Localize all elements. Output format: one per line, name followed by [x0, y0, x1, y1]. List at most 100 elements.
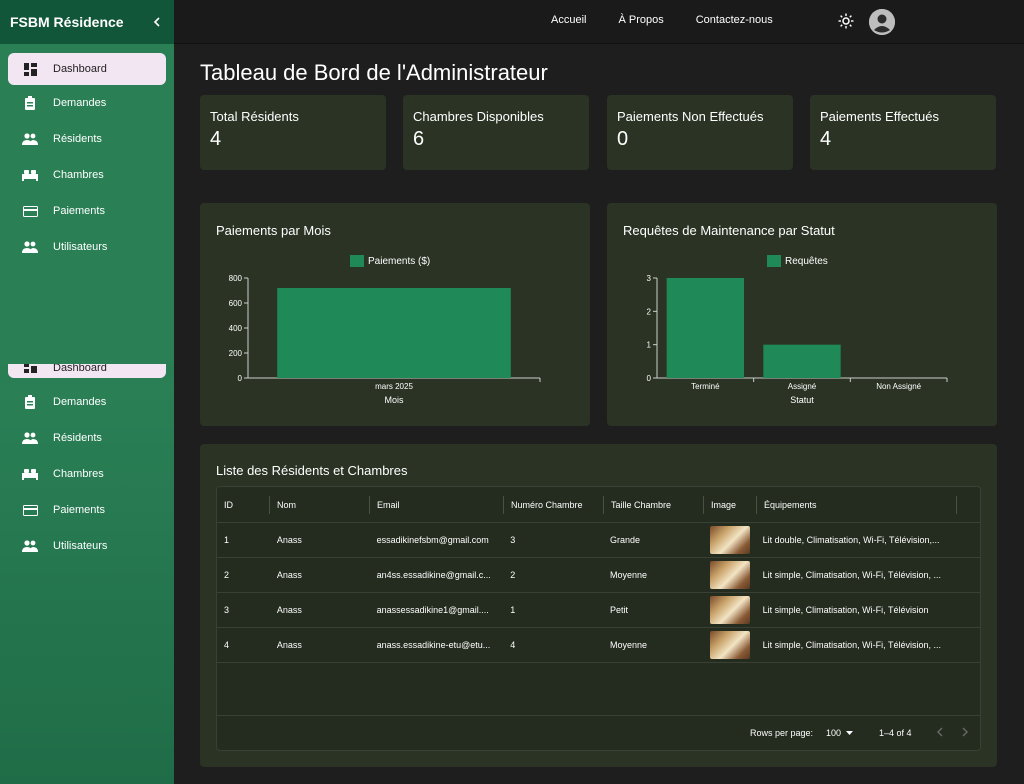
- topbar: Accueil À Propos Contactez-nous: [174, 0, 1024, 44]
- stat-value: 4: [820, 128, 832, 150]
- stat-card-paiements-non-effectues: Paiements Non Effectués 0: [607, 95, 793, 170]
- y-tick-label: 400: [229, 324, 243, 333]
- room-thumbnail[interactable]: [709, 526, 750, 554]
- column-header-id[interactable]: ID: [217, 487, 270, 522]
- cell-image: [703, 558, 756, 592]
- y-tick-label: 0: [238, 374, 243, 383]
- x-tick-label: Assigné: [788, 382, 817, 391]
- y-tick-label: 600: [229, 299, 243, 308]
- sidebar-item-chambres-duplicate[interactable]: Chambres: [0, 456, 174, 492]
- x-axis-label: Statut: [790, 395, 814, 405]
- rows-per-page-select[interactable]: 100: [826, 728, 854, 738]
- sidebar: FSBM Résidence Dashboard Demandes Réside…: [0, 0, 174, 784]
- clipboard-icon: [22, 394, 38, 410]
- residents-table: ID Nom Email Numéro Chambre Taille Chamb…: [216, 486, 981, 751]
- y-tick-label: 2: [647, 307, 652, 316]
- rows-per-page-value: 100: [826, 728, 842, 738]
- cell-num: 2: [510, 570, 516, 580]
- bar: [277, 288, 511, 378]
- bar: [666, 278, 744, 378]
- sidebar-item-utilisateurs[interactable]: Utilisateurs: [0, 229, 174, 265]
- x-axis-label: Mois: [384, 395, 404, 405]
- cell-image: [703, 628, 756, 662]
- sidebar-item-residents[interactable]: Résidents: [0, 121, 174, 157]
- table-body: 1 Anass essadikinefsbm@gmail.com 3 Grande Lit…: [217, 523, 980, 663]
- cell-image: [703, 523, 756, 557]
- cell-equip: Lit simple, Climatisation, Wi-Fi, Télévi…: [762, 640, 941, 650]
- column-header-email[interactable]: Email: [370, 487, 504, 522]
- people-icon: [22, 239, 38, 255]
- chevron-right-icon[interactable]: [960, 726, 970, 740]
- cell-equip: Lit double, Climatisation, Wi-Fi, Télévi…: [762, 535, 940, 545]
- x-tick-label: mars 2025: [375, 382, 413, 391]
- cell-num: 1: [510, 605, 516, 615]
- sidebar-item-label: Paiements: [53, 205, 105, 217]
- table-footer: Rows per page: 100 1–4 of 4: [217, 715, 980, 750]
- chevron-left-icon[interactable]: [935, 726, 945, 740]
- bed-icon: [22, 167, 38, 183]
- people-icon: [22, 131, 38, 147]
- table-header: ID Nom Email Numéro Chambre Taille Chamb…: [217, 487, 980, 523]
- sidebar-item-residents-duplicate[interactable]: Résidents: [0, 420, 174, 456]
- user-avatar-icon[interactable]: [869, 9, 895, 35]
- caret-down-icon: [846, 731, 854, 735]
- sidebar-header: FSBM Résidence: [0, 0, 174, 44]
- sidebar-item-paiements-duplicate[interactable]: Paiements: [0, 492, 174, 528]
- room-thumbnail[interactable]: [709, 631, 750, 659]
- sidebar-item-label: Chambres: [53, 468, 104, 480]
- cell-taille: Petit: [609, 605, 628, 615]
- sidebar-item-dashboard[interactable]: Dashboard: [8, 53, 166, 85]
- people-icon: [22, 538, 38, 554]
- bar: [763, 344, 841, 378]
- chevron-left-icon[interactable]: [152, 14, 162, 30]
- nav-link-accueil[interactable]: Accueil: [551, 14, 586, 26]
- sidebar-item-label: Résidents: [53, 432, 102, 444]
- cell-nom: Anass: [276, 570, 302, 580]
- stat-card-paiements-effectues: Paiements Effectués 4: [810, 95, 996, 170]
- sidebar-item-label: Utilisateurs: [53, 540, 108, 552]
- stat-card-chambres-disponibles: Chambres Disponibles 6: [403, 95, 589, 170]
- table-row[interactable]: 4 Anass anass.essadikine-etu@etu... 4 Moyenn…: [217, 628, 980, 663]
- sidebar-item-demandes[interactable]: Demandes: [0, 85, 174, 121]
- nav-link-a-propos[interactable]: À Propos: [618, 14, 663, 26]
- cell-taille: Moyenne: [609, 570, 648, 580]
- page-title: Tableau de Bord de l'Administrateur: [200, 60, 548, 85]
- column-header-equipements[interactable]: Équipements: [757, 487, 957, 522]
- column-header-taille-chambre[interactable]: Taille Chambre: [604, 487, 704, 522]
- sidebar-item-chambres[interactable]: Chambres: [0, 157, 174, 193]
- stat-label: Total Résidents: [210, 109, 299, 124]
- column-header-image[interactable]: Image: [704, 487, 757, 522]
- table-row[interactable]: 3 Anass anassessadikine1@gmail.... 1 Petit Li…: [217, 593, 980, 628]
- column-header-numero-chambre[interactable]: Numéro Chambre: [504, 487, 604, 522]
- stat-label: Paiements Effectués: [820, 109, 939, 124]
- cell-equip: Lit simple, Climatisation, Wi-Fi, Télévi…: [762, 570, 941, 580]
- table-row[interactable]: 2 Anass an4ss.essadikine@gmail.c... 2 Moyenn…: [217, 558, 980, 593]
- stat-label: Paiements Non Effectués: [617, 109, 764, 124]
- room-thumbnail[interactable]: [709, 596, 750, 624]
- cell-equip: Lit simple, Climatisation, Wi-Fi, Télévi…: [762, 605, 929, 615]
- room-thumbnail[interactable]: [709, 561, 750, 589]
- cell-id: 1: [224, 535, 230, 545]
- payments-chart-card: Paiements par Mois Paiements ($) 0 200 400…: [200, 203, 590, 426]
- sidebar-item-paiements[interactable]: Paiements: [0, 193, 174, 229]
- cell-id: 2: [224, 570, 230, 580]
- sidebar-item-demandes-duplicate[interactable]: Demandes: [0, 384, 174, 420]
- sidebar-nav: Dashboard Demandes Résidents Chambres Pa…: [0, 44, 174, 364]
- cell-email: an4ss.essadikine@gmail.c...: [376, 570, 491, 580]
- bed-icon: [22, 466, 38, 482]
- stat-label: Chambres Disponibles: [413, 109, 544, 124]
- credit-card-icon: [22, 203, 38, 219]
- sun-icon[interactable]: [838, 13, 854, 29]
- y-tick-label: 3: [647, 274, 652, 283]
- column-header-nom[interactable]: Nom: [270, 487, 370, 522]
- sidebar-item-utilisateurs-duplicate[interactable]: Utilisateurs: [0, 528, 174, 564]
- table-title: Liste des Résidents et Chambres: [216, 463, 408, 478]
- rows-per-page-label: Rows per page:: [750, 728, 814, 738]
- sidebar-item-label: Dashboard: [53, 63, 107, 75]
- maintenance-bar-chart: 0 1 2 3 Terminé Assigné Non Assigné Statut: [647, 274, 948, 405]
- stat-value: 0: [617, 128, 629, 150]
- nav-link-contact[interactable]: Contactez-nous: [696, 14, 773, 26]
- y-tick-label: 1: [647, 341, 652, 350]
- table-row[interactable]: 1 Anass essadikinefsbm@gmail.com 3 Grande Lit…: [217, 523, 980, 558]
- cell-num: 3: [510, 535, 516, 545]
